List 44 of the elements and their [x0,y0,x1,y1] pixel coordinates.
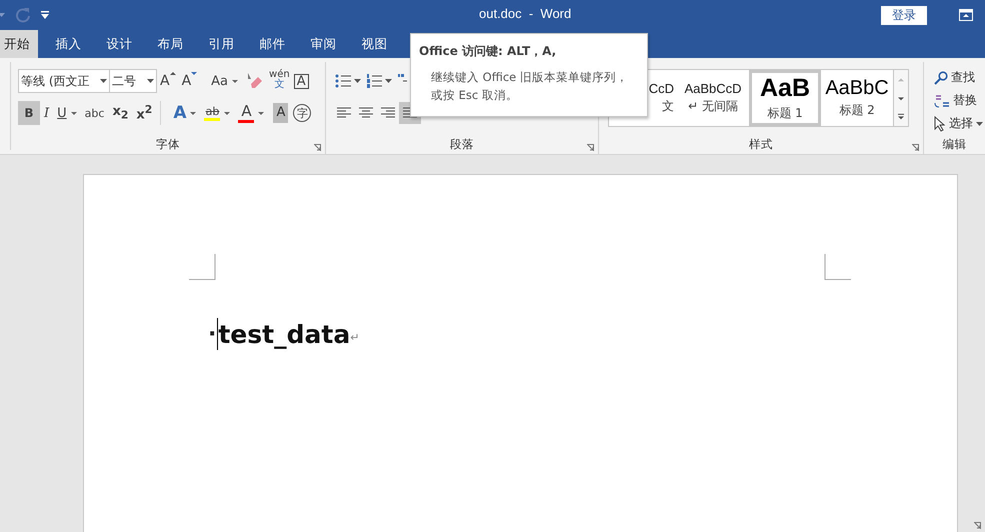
style-item[interactable]: AaB 标题 1 [749,70,821,126]
grow-font-button[interactable]: A [157,70,179,92]
change-case-button[interactable]: Aa [208,70,242,92]
format-button[interactable]: U [53,101,81,125]
format-button[interactable]: I [40,101,54,125]
ribbon-tab[interactable]: 审阅 [298,30,349,58]
ribbon-tab[interactable]: 插入 [43,30,94,58]
ribbon-tab[interactable]: 布局 [145,30,196,58]
format-button[interactable]: x$_{2}$ [108,101,132,125]
tooltip-text: 继续键入 Office 旧版本菜单键序列， [430,69,628,86]
enclose-characters-button[interactable]: 字 [293,104,312,122]
character-shading-button[interactable]: A [271,101,290,125]
tooltip-text: 或按 Esc 取消。 [430,87,518,104]
group-label: 样式 [749,136,773,152]
document-heading: test_data [218,320,350,348]
ribbon-tab[interactable]: 开始 [0,30,38,58]
font-name-field[interactable]: 等线 (西文正 [18,69,110,93]
group-label: 编辑 [942,136,966,152]
editing-button[interactable]: 查找 [951,69,975,86]
style-item[interactable]: AaBbC 标题 2 [821,70,893,126]
ribbon-tab[interactable]: 设计 [94,30,145,58]
character-border-button[interactable]: A [294,74,309,88]
shrink-font-button[interactable]: A [178,70,200,92]
editing-button[interactable]: 选择 [949,115,973,132]
ribbon-tab[interactable]: 邮件 [247,30,298,58]
font-size-field[interactable]: 二号 [110,69,157,93]
ribbon-tab[interactable]: 视图 [349,30,400,58]
group-label: 字体 [156,136,180,152]
paragraph-mark: ↵ [350,331,360,344]
format-button[interactable]: abc [80,101,108,125]
phonetic-guide-button[interactable]: wén 文 [267,70,292,92]
font-color-button[interactable]: A [234,101,268,125]
highlight-color-button[interactable]: ab [200,101,234,125]
login-button[interactable]: 登录 [881,6,927,24]
format-button[interactable]: x$^{2}$ [132,101,156,125]
formatting-mark: · [208,322,216,346]
tooltip-title: Office 访问键: ALT，A, [419,43,556,60]
text-effects-button[interactable]: A [160,101,200,125]
editing-button[interactable]: 替换 [953,92,977,109]
format-button[interactable]: B [18,101,40,125]
window-title: out.doc - Word [479,6,572,21]
group-label: 段落 [450,136,474,152]
style-item[interactable]: AaBbCcD ↵ 无间隔 [677,70,749,126]
ribbon-tab[interactable]: 引用 [196,30,247,58]
